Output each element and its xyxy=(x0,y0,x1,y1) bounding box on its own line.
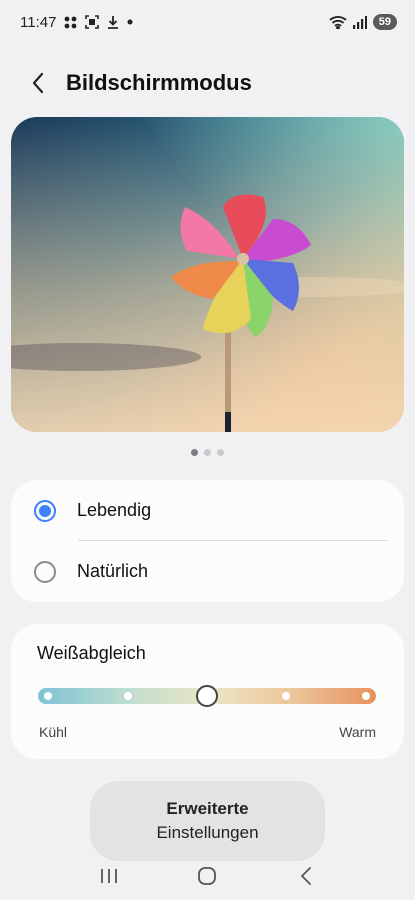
pager-dot[interactable] xyxy=(191,449,198,456)
option-natuerlich[interactable]: Natürlich xyxy=(11,541,404,602)
white-balance-card: Weißabgleich Kühl Warm xyxy=(11,624,404,759)
preview-pager xyxy=(0,449,415,456)
navigation-bar xyxy=(0,856,415,896)
grid-icon xyxy=(64,16,77,29)
white-balance-title: Weißabgleich xyxy=(37,643,146,663)
screenshot-icon xyxy=(85,15,100,29)
status-right: 59 xyxy=(329,14,397,30)
signal-icon xyxy=(352,15,367,29)
slider-step[interactable] xyxy=(124,692,132,700)
radio-checked[interactable] xyxy=(34,499,56,522)
slider-step[interactable] xyxy=(282,692,290,700)
home-icon xyxy=(198,867,217,885)
advanced-settings-button[interactable]: Erweiterte Einstellungen xyxy=(90,781,325,861)
screen-mode-card: Lebendig Natürlich xyxy=(11,480,404,602)
advanced-settings-label-line2: Einstellungen xyxy=(156,823,259,842)
battery-indicator: 59 xyxy=(372,14,397,30)
wifi-icon xyxy=(329,15,347,29)
status-bar: 11:47 59 xyxy=(0,0,415,44)
slider-max-label: Warm xyxy=(339,724,376,740)
dot-icon xyxy=(127,19,133,25)
radio-unchecked[interactable] xyxy=(34,560,56,583)
back-icon xyxy=(300,867,311,885)
pager-dot[interactable] xyxy=(204,449,211,456)
chevron-left-icon xyxy=(32,72,44,94)
back-button[interactable] xyxy=(10,60,66,106)
download-icon xyxy=(107,15,119,29)
preview-image[interactable] xyxy=(11,117,404,432)
header: Bildschirmmodus xyxy=(0,60,415,106)
option-label: Lebendig xyxy=(77,500,152,520)
recent-apps-button[interactable] xyxy=(89,858,129,894)
advanced-settings-label-line1: Erweiterte xyxy=(166,799,249,818)
slider-step[interactable] xyxy=(44,692,52,700)
option-label: Natürlich xyxy=(77,561,149,581)
status-left: 11:47 xyxy=(20,14,133,31)
slider-step[interactable] xyxy=(362,692,370,700)
pager-dot[interactable] xyxy=(217,449,224,456)
slider-thumb[interactable] xyxy=(196,685,218,707)
home-button[interactable] xyxy=(187,858,227,894)
white-balance-slider[interactable] xyxy=(38,685,376,707)
recent-apps-icon xyxy=(101,869,118,883)
nav-back-button[interactable] xyxy=(286,858,326,894)
slider-min-label: Kühl xyxy=(39,724,68,740)
option-lebendig[interactable]: Lebendig xyxy=(11,480,404,541)
pinwheel-photo xyxy=(11,117,404,432)
page-title: Bildschirmmodus xyxy=(66,70,252,95)
status-time: 11:47 xyxy=(20,13,57,31)
